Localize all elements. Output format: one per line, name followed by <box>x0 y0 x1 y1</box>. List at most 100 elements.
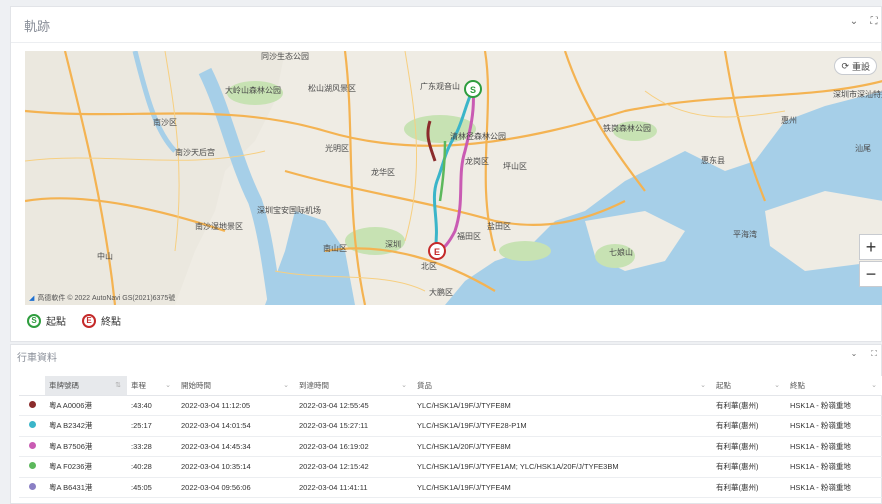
map-place-label: 铁岗森林公园 <box>603 123 651 133</box>
map-place-label: 同沙生态公园 <box>261 51 309 61</box>
map-place-label: 平海湾 <box>733 229 757 239</box>
fullscreen-icon[interactable]: ⛶ <box>869 16 879 27</box>
column-header-end[interactable]: 到達時間 ⌄ <box>295 376 413 396</box>
map-legend: S 起點 E 終點 <box>27 313 121 328</box>
chevron-down-icon: ⌄ <box>700 382 706 389</box>
reset-label: 重設 <box>851 61 870 72</box>
route-color-cell <box>19 477 45 498</box>
goods-cell: YLC/HSK1A/19F/J/TYFE4M <box>413 477 712 498</box>
goods-cell: YLC/HSK1A/19F/J/TYFE8M <box>413 395 712 416</box>
reset-icon: ⟳ <box>841 60 849 71</box>
map-logo-icon: ◢ <box>29 295 35 302</box>
zoom-out-button[interactable]: − <box>859 261 882 287</box>
table-row[interactable]: 粵A B6431港:45:05 2022-03-04 09:56:06 2022-0… <box>19 477 882 498</box>
start-time-cell: 2022-03-04 14:01:54 <box>177 415 295 437</box>
plate-cell: 粵A B7506港 <box>45 436 127 457</box>
destination-cell: HSK1A - 粉嶺重地 <box>786 436 882 457</box>
destination-cell: HSK1A - 粉嶺重地 <box>786 415 882 437</box>
end-time-cell: 2022-03-04 11:41:11 <box>295 477 413 498</box>
map-place-label: 惠州 <box>781 115 797 125</box>
route-color-dot <box>28 462 36 470</box>
map-place-label: 汕尾 <box>855 143 871 153</box>
goods-cell: YLC/HSK1A/19F/J/TYFE1AM; YLC/HSK1A/20F/J… <box>413 456 712 478</box>
duration-cell: :25:17 <box>127 415 177 437</box>
collapse-icon[interactable]: ⌄ <box>849 349 859 359</box>
origin-cell: 有利華(惠州) <box>712 477 786 498</box>
attribution-text: 高德軟件 © 2022 AutoNavi GS(2021)6375號 <box>37 295 176 302</box>
fullscreen-icon[interactable]: ⛶ <box>869 349 879 359</box>
end-pin-icon: E <box>82 313 96 328</box>
route-color-dot <box>28 441 36 449</box>
start-marker[interactable]: S <box>464 80 482 98</box>
map-place-label: 盐田区 <box>487 221 511 231</box>
column-header-plate[interactable]: 車牌號碼 ⇅ <box>45 376 127 396</box>
trajectory-header: 軌跡 ⌄ ⛶ <box>11 7 881 43</box>
map-place-label: 南沙区 <box>153 117 177 127</box>
route-color-dot <box>28 400 36 408</box>
destination-cell: HSK1A - 粉嶺重地 <box>786 477 882 498</box>
table-row[interactable]: 粵A B7506港:33:28 2022-03-04 14:45:34 2022-0… <box>19 436 882 457</box>
goods-cell: YLC/HSK1A/19F/J/TYFE28-P1M <box>413 415 712 437</box>
column-header-duration[interactable]: 車程 ⌄ <box>127 376 177 396</box>
panel-title: 行車資料 <box>17 353 57 364</box>
legend-end-label: 終點 <box>101 317 121 328</box>
map-place-label: 深圳 <box>385 239 401 249</box>
chevron-down-icon: ⌄ <box>871 382 877 389</box>
start-time-cell: 2022-03-04 10:35:14 <box>177 456 295 478</box>
map-place-label: 惠东县 <box>701 155 725 165</box>
map-place-label: 深圳市深汕特别合作区 <box>833 89 882 99</box>
color-column-header <box>19 376 45 396</box>
column-header-destination[interactable]: 終點 ⌄ <box>786 376 882 396</box>
panel-title: 軌跡 <box>24 19 51 34</box>
route-color-cell <box>19 395 45 416</box>
route-color-cell <box>19 436 45 457</box>
map-place-label: 深圳宝安国际机场 <box>257 205 321 215</box>
table-row[interactable]: 粵A F0236港:40:28 2022-03-04 10:35:14 2022-0… <box>19 456 882 478</box>
start-time-cell: 2022-03-04 14:45:34 <box>177 436 295 457</box>
destination-cell: HSK1A - 粉嶺重地 <box>786 395 882 416</box>
map-place-label: 清林径森林公园 <box>450 131 506 141</box>
collapse-icon[interactable]: ⌄ <box>849 16 859 27</box>
map-place-label: 龙岗区 <box>465 156 489 166</box>
column-header-goods[interactable]: 貨品 ⌄ <box>413 376 712 396</box>
end-time-cell: 2022-03-04 15:27:11 <box>295 415 413 437</box>
plate-cell: 粵A A0006港 <box>45 395 127 416</box>
end-time-cell: 2022-03-04 16:19:02 <box>295 436 413 457</box>
plate-cell: 粵A F0236港 <box>45 456 127 478</box>
zoom-in-button[interactable]: + <box>859 234 882 260</box>
route-color-dot <box>28 421 36 429</box>
legend-start: S 起點 <box>27 313 66 328</box>
map-canvas: S E 同沙生态公园南沙区广东观音山南沙天后宫南沙湿地景区中山深圳宝安国际机场大… <box>25 51 882 305</box>
map-place-label: 光明区 <box>325 143 349 153</box>
map-place-label: 南山区 <box>323 243 347 253</box>
map-place-label: 广东观音山 <box>420 81 460 91</box>
map-place-label: 松山湖风景区 <box>308 83 356 93</box>
legend-end: E 終點 <box>82 313 121 328</box>
duration-cell: :43:40 <box>127 395 177 416</box>
reset-view-button[interactable]: ⟳ 重設 <box>834 57 877 75</box>
duration-cell: :40:28 <box>127 456 177 478</box>
map-place-label: 大岭山森林公园 <box>225 85 281 95</box>
start-time-cell: 2022-03-04 11:12:05 <box>177 395 295 416</box>
trajectory-panel: 軌跡 ⌄ ⛶ S E 同沙生态公园 南沙区 广东观音山 南沙天后宫 南沙湿地景区… <box>10 6 882 342</box>
table-row[interactable]: 粵A B2342港:25:17 2022-03-04 14:01:54 2022-0… <box>19 415 882 437</box>
plate-cell: 粵A B2342港 <box>45 415 127 437</box>
map-place-label: 南沙湿地景区 <box>195 221 243 231</box>
legend-start-label: 起點 <box>46 317 66 328</box>
map-place-label: 南沙天后宫 <box>175 147 215 157</box>
chevron-down-icon: ⌄ <box>774 382 780 389</box>
table-row[interactable]: 粵A A0006港:43:40 2022-03-04 11:12:05 2022-0… <box>19 395 882 416</box>
end-time-cell: 2022-03-04 12:15:42 <box>295 456 413 478</box>
trip-table: 車牌號碼 ⇅ 車程 ⌄ 開始時間 ⌄ 到達時間 ⌄ 貨品 ⌄ 起點 ⌄ 終點 ⌄ 粵A A00… <box>19 376 882 498</box>
route-map[interactable]: S E 同沙生态公园 南沙区 广东观音山 南沙天后宫 南沙湿地景区 中山 深圳宝安国际机场大… <box>25 51 882 305</box>
plate-cell: 粵A B6431港 <box>45 477 127 498</box>
origin-cell: 有利華(惠州) <box>712 456 786 478</box>
column-header-origin[interactable]: 起點 ⌄ <box>712 376 786 396</box>
end-marker[interactable]: E <box>428 242 446 260</box>
column-header-start[interactable]: 開始時間 ⌄ <box>177 376 295 396</box>
map-place-label: 北区 <box>421 262 437 271</box>
start-pin-icon: S <box>27 313 41 328</box>
map-place-label: 福田区 <box>457 232 481 241</box>
origin-cell: 有利華(惠州) <box>712 436 786 457</box>
filter-icon: ⇅ <box>115 382 121 389</box>
